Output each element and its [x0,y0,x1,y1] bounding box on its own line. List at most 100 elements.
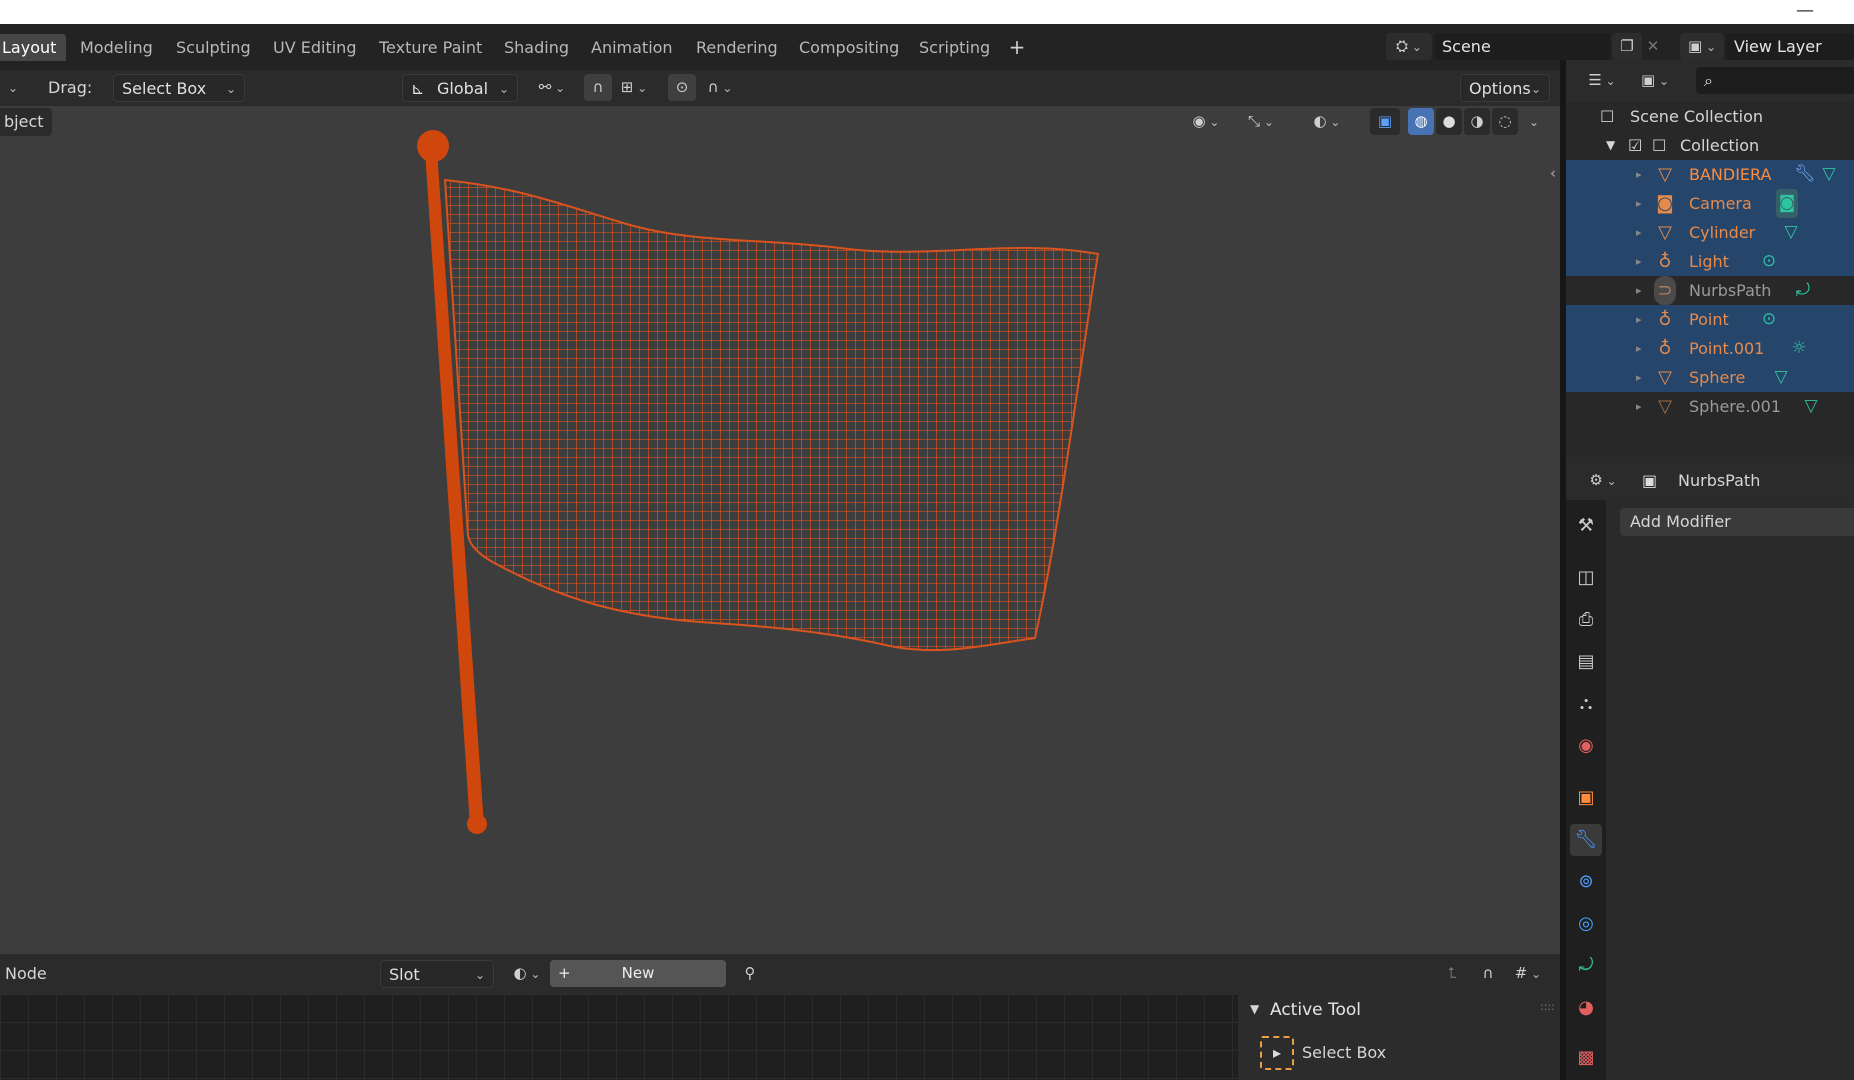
tab-modeling[interactable]: Modeling [70,34,163,61]
tab-uv-editing[interactable]: UV Editing [263,34,366,61]
active-tool-name: Select Box [1302,1043,1387,1062]
outliner-item-sphere[interactable]: ▸ ▽ Sphere ▽ [1566,363,1854,392]
chevron-down-icon[interactable]: ⌄ [0,74,26,101]
tab-layout[interactable]: Layout [0,34,67,61]
pin-icon[interactable]: ⚲ [736,960,764,987]
texture-checker-icon[interactable]: ▩ [1570,1042,1602,1074]
drag-mode-value: Select Box [122,79,207,98]
tree-expand-icon: ▸ [1636,197,1642,210]
snap-magnet-icon[interactable]: ∩ [1474,960,1502,987]
tab-compositing[interactable]: Compositing [789,34,909,61]
world-icon[interactable]: ◉ [1570,730,1602,762]
scene-icon[interactable]: ⛬ [1570,688,1602,720]
camera-data-icon[interactable]: ◙ [1776,189,1798,218]
properties-editor-icon: ⚙ [1589,471,1603,489]
mesh-data-icon[interactable]: ▽ [1800,392,1822,421]
expand-arrow-icon[interactable]: ▼ [1606,131,1615,160]
snap-toggle[interactable]: ∩ [584,74,612,101]
flag-wireframe-object[interactable] [0,106,1560,954]
mesh-data-icon[interactable]: ▽ [1818,160,1840,189]
material-icon[interactable]: ◕ [1570,992,1602,1024]
tab-animation[interactable]: Animation [581,34,683,61]
outliner-item-cylinder[interactable]: ▸ ▽ Cylinder ▽ [1566,218,1854,247]
active-tool-header[interactable]: Active Tool [1270,996,1361,1024]
new-label: New [621,964,655,982]
outliner-item-camera[interactable]: ▸ ◙ Camera ◙ [1566,189,1854,218]
snap-target-button[interactable]: ⊞ ⌄ [612,74,656,101]
outliner-mode-icon: ☰ [1588,71,1602,89]
sun-light-data-icon[interactable]: ☼ [1788,334,1810,363]
view-layer-icon[interactable]: ▤ [1570,646,1602,678]
checkbox-icon[interactable]: ☑ [1628,131,1642,160]
curve-data-icon[interactable]: ⤾ [1570,950,1602,982]
close-icon[interactable]: ✕ [1642,33,1664,60]
slot-dropdown[interactable]: Slot ⌄ [380,960,494,988]
tab-rendering[interactable]: Rendering [686,34,788,61]
render-icon[interactable]: ◫ [1570,562,1602,594]
particles-icon[interactable]: ⊚ [1570,866,1602,898]
add-workspace-button[interactable]: + [1004,34,1030,61]
light-data-icon[interactable]: ⊙ [1758,305,1780,334]
curve-data-icon[interactable]: ⤾ [1792,276,1814,305]
outliner-item-point-001[interactable]: ▸ ♁ Point.001 ☼ [1566,334,1854,363]
outliner-item-label: Cylinder [1689,223,1756,242]
drag-mode-dropdown[interactable]: Select Box ⌄ [113,74,245,102]
new-scene-icon[interactable]: ❐ [1612,33,1642,60]
node-menu[interactable]: Node [5,960,47,988]
collapse-arrow-icon[interactable]: ▼ [1250,1002,1259,1016]
select-box-cursor-icon[interactable]: ▸ [1260,1036,1294,1070]
pivot-point-button[interactable]: ⚯ ⌄ [530,74,574,101]
object-properties-icon[interactable]: ▣ [1570,782,1602,814]
scene-name-field[interactable]: Scene [1434,33,1610,60]
collection-row[interactable]: ▼ ☑ ☐ Collection [1566,131,1854,160]
modifier-wrench-icon[interactable]: 🔧︎ [1570,824,1602,856]
drag-handle-icon[interactable]: :::: [1540,1000,1555,1013]
add-modifier-button[interactable]: Add Modifier [1620,508,1854,536]
tab-texture-paint[interactable]: Texture Paint [369,34,492,61]
scene-collection-row[interactable]: ☐ Scene Collection [1566,102,1854,131]
search-icon: ⌕ [1704,71,1713,90]
outliner-item-label: BANDIERA [1689,165,1772,184]
minimize-icon[interactable]: — [1796,0,1814,21]
proportional-edit-toggle[interactable]: ⊙ [668,74,696,101]
snap-grid-button[interactable]: # ⌄ [1506,960,1550,987]
orientation-value: Global [437,79,489,98]
wrench-modifier-icon[interactable]: 🔧︎ [1794,160,1816,189]
view-layer-icon: ▣ [1687,37,1703,55]
new-material-button[interactable]: + New [550,960,726,987]
view-layer-selector-button[interactable]: ▣ ⌄ [1680,33,1724,60]
outliner-item-light[interactable]: ▸ ♁ Light ⊙ [1566,247,1854,276]
falloff-button[interactable]: ∩ ⌄ [698,74,742,101]
node-editor-canvas[interactable] [0,994,1238,1080]
scene-selector-button[interactable]: ⛭ ⌄ [1386,33,1432,60]
3d-viewport[interactable]: bject ◉ ⌄ ⤡ ⌄ ◐ ⌄ ▣ ◍ ● ◑ ◌ ⌄ ‹ [0,106,1560,954]
physics-icon[interactable]: ◎ [1570,908,1602,940]
transform-orientation-dropdown[interactable]: ⊾ Global ⌄ [402,74,518,102]
outliner-item-nurbspath[interactable]: ▸ ⊃ NurbsPath ⤾ [1566,276,1854,305]
tree-expand-icon: ▸ [1636,400,1642,413]
tool-settings-icon[interactable]: ⚒ [1570,510,1602,542]
filter-button[interactable]: ▣ ⌄ [1632,67,1678,94]
outliner-item-sphere-001[interactable]: ▸ ▽ Sphere.001 ▽ [1566,392,1854,421]
outliner-item-label: Sphere.001 [1689,397,1781,416]
mesh-data-icon[interactable]: ▽ [1770,363,1792,392]
options-label: Options [1469,79,1531,98]
light-bulb-icon: ♁ [1658,251,1672,272]
view-layer-field[interactable]: View Layer [1726,33,1854,60]
output-printer-icon[interactable]: ⎙ [1570,604,1602,636]
outliner-search-input[interactable]: ⌕ [1696,67,1854,94]
tab-scripting[interactable]: Scripting [909,34,1000,61]
editor-type-button[interactable]: ⚙ ⌄ [1580,467,1626,494]
options-dropdown[interactable]: Options ⌄ [1460,74,1550,102]
light-data-icon[interactable]: ⊙ [1758,247,1780,276]
display-mode-button[interactable]: ☰ ⌄ [1580,67,1624,94]
mesh-data-icon[interactable]: ▽ [1780,218,1802,247]
browse-material-button[interactable]: ◐ ⌄ [506,960,548,987]
tree-expand-icon: ▸ [1636,371,1642,384]
tab-shading[interactable]: Shading [494,34,579,61]
outliner-item-point[interactable]: ▸ ♁ Point ⊙ [1566,305,1854,334]
collection-label: Collection [1680,136,1760,155]
outliner-item-bandiera[interactable]: ▸ ▽ BANDIERA 🔧︎ ▽ [1566,160,1854,189]
parent-node-tree-icon[interactable]: ⮤ [1438,960,1466,987]
tab-sculpting[interactable]: Sculpting [166,34,261,61]
